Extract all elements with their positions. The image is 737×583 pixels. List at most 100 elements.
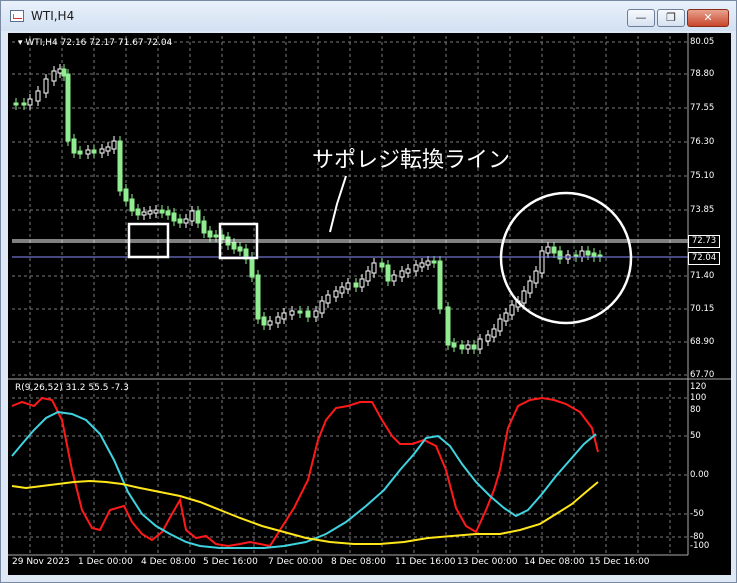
- time-tick-label: 8 Dec 08:00: [331, 557, 386, 567]
- price-tick-label: 70.15: [690, 304, 715, 314]
- chart-grid: [12, 36, 688, 553]
- time-tick-label: 13 Dec 00:00: [457, 557, 518, 567]
- candle-body: [51, 70, 57, 82]
- candle-body: [43, 78, 49, 94]
- candle-body: [557, 250, 563, 260]
- candle-body: [99, 148, 105, 154]
- candle-body: [451, 342, 457, 348]
- candle-body: [91, 149, 97, 154]
- oscillator-cyan-line: [11, 410, 597, 549]
- candle-body: [313, 310, 319, 318]
- candle-body: [13, 102, 19, 106]
- oscillator-label: R(9,26,52) 31.2 55.5 -7.3: [15, 383, 129, 393]
- candle-body: [333, 290, 339, 298]
- current-price-box: 72.04: [688, 252, 720, 265]
- candle-body: [267, 320, 273, 326]
- candle-body: [431, 260, 437, 264]
- candle-body: [77, 150, 83, 155]
- candle-body: [419, 262, 425, 268]
- candle-body: [471, 344, 477, 350]
- candle-body: [521, 290, 527, 304]
- candle-body: [485, 334, 491, 342]
- candle-body: [385, 264, 391, 282]
- candle-body: [183, 218, 189, 224]
- candle-body: [195, 210, 201, 224]
- candle-body: [413, 264, 419, 272]
- candle-body: [111, 140, 117, 150]
- candle-body: [459, 344, 465, 350]
- candle-body: [551, 246, 557, 254]
- candle-body: [27, 98, 33, 106]
- oscillator-tick-label: -100: [690, 541, 710, 551]
- ohlc-readout: ▾ WTI,H4 72.16 72.17 71.67 72.04: [18, 38, 173, 48]
- candle-body: [141, 211, 147, 216]
- price-tick-label: 78.80: [690, 69, 715, 79]
- price-tick-label: 67.70: [690, 370, 715, 380]
- candle-body: [527, 280, 533, 294]
- candle-body: [225, 236, 231, 246]
- line-price-box: 72.73: [688, 235, 720, 248]
- candle-body: [189, 210, 195, 222]
- candle-body: [339, 286, 345, 294]
- time-tick-label: 14 Dec 08:00: [524, 557, 585, 567]
- candle-body: [509, 304, 515, 316]
- price-tick-label: 68.90: [690, 337, 715, 347]
- candle-body: [105, 146, 111, 152]
- time-tick-label: 15 Dec 16:00: [589, 557, 650, 567]
- candle-body: [171, 212, 177, 222]
- time-tick-label: 1 Dec 00:00: [78, 557, 133, 567]
- candle-body: [533, 270, 539, 284]
- candle-body: [281, 312, 287, 320]
- candle-body: [159, 209, 165, 214]
- candle-body: [65, 73, 71, 142]
- candle-body: [207, 230, 213, 238]
- time-tick-label: 5 Dec 16:00: [203, 557, 258, 567]
- price-tick-label: 73.85: [690, 205, 715, 215]
- oscillator-tick-label: 80: [690, 405, 701, 415]
- candle-body: [249, 256, 255, 278]
- price-tick-label: 71.40: [690, 271, 715, 281]
- candle-body: [491, 328, 497, 338]
- annotation-text: サポレジ転換ライン: [312, 148, 511, 173]
- chart-canvas[interactable]: [0, 0, 737, 583]
- candle-body: [153, 209, 159, 214]
- candle-body: [71, 138, 77, 154]
- oscillator-tick-label: 50: [690, 431, 701, 441]
- time-tick-label: 7 Dec 00:00: [268, 557, 323, 567]
- candle-body: [405, 268, 411, 274]
- candle-body: [391, 274, 397, 282]
- candle-body: [585, 250, 591, 256]
- annotation-pointer: [329, 175, 347, 233]
- candle-body: [359, 278, 365, 288]
- price-tick-label: 77.55: [690, 103, 715, 113]
- oscillator-tick-label: 120: [690, 382, 707, 392]
- candle-body: [57, 68, 63, 74]
- candle-body: [275, 316, 281, 324]
- candle-body: [177, 218, 183, 224]
- candle-body: [365, 270, 371, 282]
- candle-body: [147, 210, 153, 215]
- candle-body: [201, 220, 207, 234]
- candle-body: [255, 274, 261, 320]
- candle-body: [545, 246, 551, 254]
- candle-body: [353, 282, 359, 288]
- candle-body: [297, 310, 303, 314]
- candle-body: [123, 188, 129, 202]
- candle-body: [165, 210, 171, 216]
- candle-body: [591, 252, 597, 258]
- candle-body: [213, 234, 219, 238]
- candle-body: [21, 102, 27, 106]
- oscillator-tick-label: 0.00: [690, 470, 709, 480]
- candle-body: [445, 306, 451, 346]
- candle-body: [399, 270, 405, 278]
- time-tick-label: 4 Dec 08:00: [141, 557, 196, 567]
- candle-body: [237, 246, 243, 252]
- price-tick-label: 80.05: [690, 37, 715, 47]
- candle-body: [465, 344, 471, 350]
- candle-body: [497, 318, 503, 332]
- candle-body: [325, 294, 331, 304]
- time-tick-label: 11 Dec 16:00: [395, 557, 456, 567]
- candle-body: [319, 300, 325, 314]
- oscillator-tick-label: 100: [690, 393, 707, 403]
- candle-body: [371, 262, 377, 274]
